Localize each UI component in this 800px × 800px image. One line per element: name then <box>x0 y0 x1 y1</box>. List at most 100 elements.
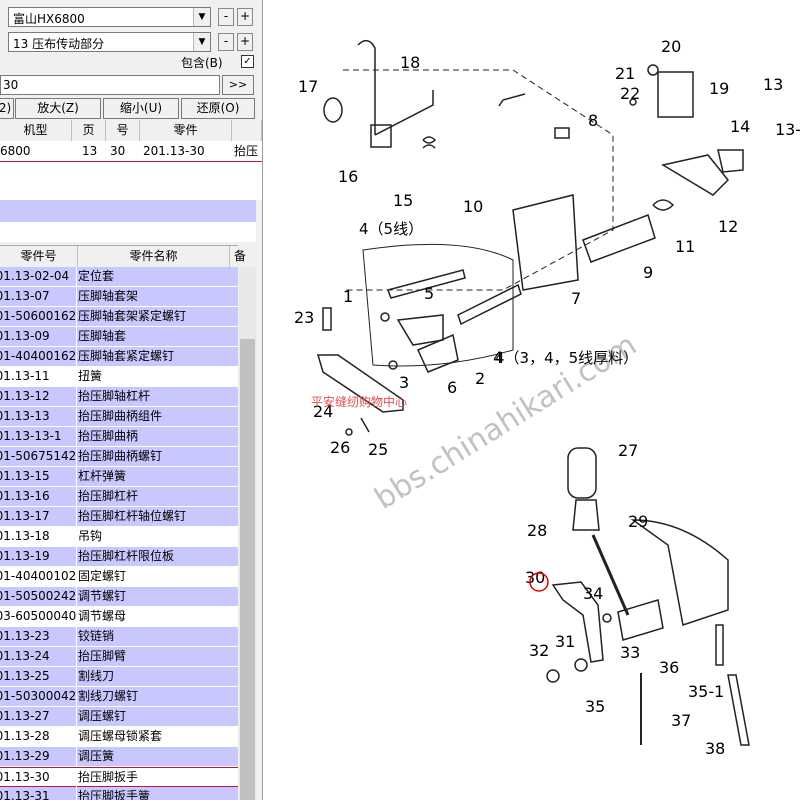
table-row[interactable]: 201-503000421割线刀螺钉 <box>0 687 238 707</box>
watermark-shop: 平安缝纫购物中心 <box>311 394 407 409</box>
table-row[interactable]: 201.13-30抬压脚扳手 <box>0 767 238 787</box>
search-go-button[interactable]: >> <box>222 75 254 95</box>
scrollbar-thumb[interactable] <box>240 339 255 800</box>
part-26-screw <box>345 428 353 436</box>
callout-3: 3 <box>399 373 409 392</box>
callout-23: 23 <box>294 308 314 327</box>
table-row[interactable]: 201.13-23铰链销 <box>0 627 238 647</box>
callout-12: 12 <box>718 217 738 236</box>
part-name: 抬压脚曲柄组件 <box>78 409 163 423</box>
callout-20: 20 <box>661 37 681 56</box>
section-next-button[interactable]: + <box>237 33 253 51</box>
table-row[interactable]: 201-506751424抬压脚曲柄螺钉 <box>0 447 238 467</box>
table-row[interactable]: 201.13-31抬压脚扳手簧 <box>0 787 238 800</box>
part-name: 抬压脚曲柄螺钉 <box>78 449 163 463</box>
table-row[interactable]: 203-605000400调节螺母 <box>0 607 238 627</box>
machine-select[interactable]: 富山HX6800 ▼ <box>8 7 211 27</box>
part-name: 抬压脚曲柄 <box>78 429 139 443</box>
part-number: 201.13-13 <box>0 407 77 426</box>
table-row[interactable]: 201-404001023固定螺钉 <box>0 567 238 587</box>
table-row[interactable]: 201.13-07压脚轴套架 <box>0 287 238 307</box>
label-4-five-thread: 4（5线） <box>359 220 423 238</box>
callout-21: 21 <box>615 64 635 83</box>
toolbar-button-1[interactable]: 2) <box>0 98 14 119</box>
part-number: 201-505002421 <box>0 587 77 606</box>
chevron-down-icon[interactable]: ▼ <box>193 8 210 26</box>
search-input[interactable]: 30 <box>0 75 220 95</box>
table-row[interactable]: 201.13-16抬压脚杠杆 <box>0 487 238 507</box>
machine-prev-button[interactable]: - <box>218 8 234 26</box>
callout-32: 32 <box>529 641 549 660</box>
table-row[interactable]: 201.13-09压脚轴套 <box>0 327 238 347</box>
table-row[interactable]: 201-505002421调节螺钉 <box>0 587 238 607</box>
part-number: 201-404001623 <box>0 347 77 366</box>
col-name[interactable] <box>232 120 262 141</box>
callout-34: 34 <box>583 584 603 603</box>
part-number: 201.13-11 <box>0 367 77 386</box>
table-row[interactable]: 201.13-24抬压脚臂 <box>0 647 238 667</box>
part-name: 调压螺钉 <box>78 709 127 723</box>
table-row[interactable]: 201.13-11扭簧 <box>0 367 238 387</box>
part-37-38-rods <box>727 674 750 746</box>
table-row[interactable]: 201.13-19抬压脚杠杆限位板 <box>0 547 238 567</box>
part-name: 调节螺钉 <box>78 589 127 603</box>
part-name: 抬压脚杠杆轴位螺钉 <box>78 509 187 523</box>
part-31-spring <box>574 658 588 672</box>
callout-9: 9 <box>643 263 653 282</box>
col-part[interactable]: 零件 <box>140 120 232 141</box>
part-number: 201.13-12 <box>0 387 77 406</box>
col-part-number[interactable]: 零件号 <box>0 246 78 267</box>
section-select[interactable]: 13 压布传动部分 ▼ <box>8 32 211 52</box>
zoom-in-button[interactable]: 放大(Z) <box>15 98 101 119</box>
part-32-screw <box>546 669 560 683</box>
part-number: 201.13-17 <box>0 507 77 526</box>
table-row[interactable]: 201.13-27调压螺钉 <box>0 707 238 727</box>
callout-11: 11 <box>675 237 695 256</box>
part-5-crank <box>396 314 444 346</box>
callout-18: 18 <box>400 53 420 72</box>
result-row[interactable]: 6800 13 30 201.13-30 抬压 <box>0 141 262 162</box>
table-row[interactable]: 201.13-17抬压脚杠杆轴位螺钉 <box>0 507 238 527</box>
section-select-value: 13 压布传动部分 <box>13 37 105 51</box>
parts-list-scrollbar[interactable] <box>239 267 256 800</box>
table-row[interactable]: 201.13-15杠杆弹簧 <box>0 467 238 487</box>
table-row[interactable]: 201.13-25割线刀 <box>0 667 238 687</box>
restore-button[interactable]: 还原(O) <box>181 98 255 119</box>
callout-13: 13 <box>763 75 783 94</box>
table-row[interactable]: 201-404001623压脚轴套紧定螺钉 <box>0 347 238 367</box>
part-8-screw <box>554 127 570 139</box>
table-row[interactable]: 201.13-13-1抬压脚曲柄 <box>0 427 238 447</box>
table-row[interactable]: 201.13-12抬压脚轴杠杆 <box>0 387 238 407</box>
section-prev-button[interactable]: - <box>218 33 234 51</box>
part-number: 201.13-13-1 <box>0 427 77 446</box>
table-row[interactable]: 201.13-28调压螺母锁紧套 <box>0 727 238 747</box>
part-11-spring <box>652 199 675 211</box>
result-table-empty <box>0 162 262 200</box>
col-model[interactable]: 机型 <box>0 120 72 141</box>
result-model: 6800 <box>0 144 31 158</box>
table-row[interactable]: 201.13-18吊钩 <box>0 527 238 547</box>
part-number: 201.13-07 <box>0 287 77 306</box>
table-row[interactable]: 201.13-13抬压脚曲柄组件 <box>0 407 238 427</box>
col-note[interactable]: 备 <box>230 246 250 267</box>
chevron-down-icon[interactable]: ▼ <box>193 33 210 51</box>
result-number: 30 <box>110 144 126 158</box>
part-12-lever <box>661 154 730 196</box>
callout-25: 25 <box>368 440 388 459</box>
callout-14: 14 <box>730 117 750 136</box>
include-checkbox[interactable]: ✓ <box>241 55 254 68</box>
col-number[interactable]: 号 <box>106 120 140 141</box>
table-row[interactable]: 201.13-29调压簧 <box>0 747 238 767</box>
machine-next-button[interactable]: + <box>237 8 253 26</box>
part-17-stud <box>323 97 343 123</box>
part-number: 201-506001624 <box>0 307 77 326</box>
col-page[interactable]: 页 <box>72 120 106 141</box>
table-row[interactable]: 201-506001624压脚轴套架紧定螺钉 <box>0 307 238 327</box>
table-row[interactable]: 201.13-02-04定位套 <box>0 267 238 287</box>
callout-22: 22 <box>620 84 640 103</box>
part-name: 吊钩 <box>78 529 103 543</box>
callout-1: 1 <box>343 287 353 306</box>
zoom-out-button[interactable]: 缩小(U) <box>103 98 179 119</box>
part-7-block <box>512 194 579 291</box>
col-part-name[interactable]: 零件名称 <box>78 246 230 267</box>
